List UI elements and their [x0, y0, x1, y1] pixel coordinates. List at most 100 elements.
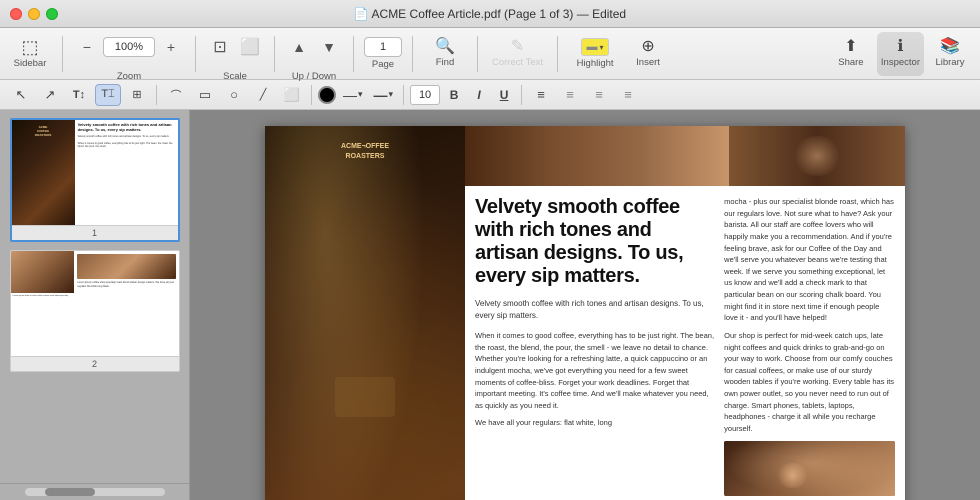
fit-page-button[interactable]: ⊡	[206, 25, 234, 69]
share-button[interactable]: ⬆ Share	[829, 32, 873, 76]
thumbnail-2-page-num: 2	[11, 356, 179, 371]
correct-text-icon: ✎	[511, 39, 524, 55]
italic-button[interactable]: I	[468, 84, 490, 106]
toolbar-separator	[274, 36, 275, 72]
thumbnail-page-1[interactable]: ACMECOFFEEROASTERS Velvety smooth coffee…	[10, 118, 180, 242]
updown-label: Up / Down	[292, 71, 336, 82]
traffic-lights	[10, 8, 58, 20]
toolbar-separator	[557, 36, 558, 72]
thumbnail-page-2[interactable]: Lorem ipsum dolor sit amet coffee artisa…	[10, 250, 180, 372]
line-style-preview: —	[343, 87, 356, 103]
page-down-button[interactable]: ▼	[315, 25, 343, 69]
line-style-arrow: ▾	[358, 89, 363, 100]
correct-text-label: Correct Text	[492, 57, 543, 68]
align-justify-button[interactable]: ≡	[615, 84, 641, 106]
toolbar2-separator4	[521, 85, 522, 105]
toolbar2-separator	[156, 85, 157, 105]
sidebar-scroll-thumb[interactable]	[45, 488, 95, 496]
sidebar-scrollbar-area	[0, 483, 189, 500]
library-label: Library	[935, 57, 964, 68]
scale-label: Scale	[223, 71, 247, 82]
page-up-button[interactable]: ▲	[285, 25, 313, 69]
toolbar-separator	[195, 36, 196, 72]
find-button[interactable]: 🔍 Find	[423, 32, 467, 76]
find-icon: 🔍	[435, 39, 455, 55]
align-left-button[interactable]: ≡	[528, 84, 554, 106]
page-group: Page	[364, 37, 402, 70]
align-right-button[interactable]: ≡	[586, 84, 612, 106]
toolbar1: ⬚ Sidebar − + Zoom ⊡ ⬜ Scale ▲ ▼ Up / Do…	[0, 28, 980, 80]
side-text-1: mocha - plus our specialist blonde roast…	[724, 196, 895, 324]
fit-width-button[interactable]: ⬜	[236, 25, 264, 69]
article-side-column: mocha - plus our specialist blonde roast…	[724, 196, 895, 500]
highlight-label: Highlight	[577, 58, 614, 69]
line-style-button[interactable]: — ▾	[339, 85, 367, 105]
page-input[interactable]	[364, 37, 402, 57]
titlebar: 📄 ACME Coffee Article.pdf (Page 1 of 3) …	[0, 0, 980, 28]
page-right-column: Velvety smooth coffee with rich tones an…	[465, 126, 905, 500]
link-button[interactable]: ⊞	[124, 84, 150, 106]
library-button[interactable]: 📚 Library	[928, 32, 972, 76]
side-image	[724, 441, 895, 496]
shapes-filled-rect-button[interactable]: ⬜	[279, 84, 305, 106]
sidebar-toggle-button[interactable]: ⬚ Sidebar	[8, 32, 52, 76]
highlight-button[interactable]: ▬ ▾ Highlight	[568, 32, 622, 76]
thumbnail-1-page-num: 1	[12, 225, 178, 240]
zoom-in-button[interactable]: +	[157, 25, 185, 69]
page-label: Page	[372, 59, 394, 70]
sidebar-icon: ⬚	[21, 38, 38, 56]
toolbar-separator	[477, 36, 478, 72]
highlight-swatch: ▬ ▾	[581, 38, 609, 56]
coffee-shop-image	[265, 126, 465, 500]
align-center-button[interactable]: ≡	[557, 84, 583, 106]
inspector-button[interactable]: ℹ Inspector	[877, 32, 924, 76]
window-title: 📄 ACME Coffee Article.pdf (Page 1 of 3) …	[354, 7, 626, 21]
line-width-preview: —	[374, 87, 387, 103]
sidebar-scroll-track	[25, 488, 165, 496]
find-label: Find	[436, 57, 454, 68]
article-main-column: Velvety smooth coffee with rich tones an…	[475, 196, 714, 500]
shapes-circle-button[interactable]: ○	[221, 84, 247, 106]
bold-button[interactable]: B	[443, 84, 465, 106]
line-width-button[interactable]: — ▾	[370, 85, 398, 105]
line-width-arrow: ▾	[389, 89, 394, 100]
shapes-line-button[interactable]: ╱	[250, 84, 276, 106]
insert-button[interactable]: ⊕ Insert	[626, 32, 670, 76]
article-body-paragraph1: When it comes to good coffee, everything…	[475, 330, 714, 429]
toolbar-right: ⬆ Share ℹ Inspector 📚 Library	[829, 32, 972, 76]
thumbnail-list: ACMECOFFEEROASTERS Velvety smooth coffee…	[0, 110, 189, 483]
zoom-input[interactable]	[103, 37, 155, 57]
select-tool-button[interactable]: ↗	[37, 84, 63, 106]
sidebar-panel: ACMECOFFEEROASTERS Velvety smooth coffee…	[0, 110, 190, 500]
cursor-tool-button[interactable]: ↖	[8, 84, 34, 106]
zoom-out-button[interactable]: −	[73, 25, 101, 69]
thumbnail-1-content: ACMECOFFEEROASTERS Velvety smooth coffee…	[12, 120, 178, 225]
share-icon: ⬆	[844, 39, 857, 55]
inspector-icon: ℹ	[897, 39, 903, 55]
close-button[interactable]	[10, 8, 22, 20]
zoom-label: Zoom	[117, 71, 141, 82]
page-top-image	[465, 126, 905, 186]
updown-group: ▲ ▼ Up / Down	[285, 25, 343, 82]
shapes-rect-button[interactable]: ▭	[192, 84, 218, 106]
document-page: Velvety smooth coffee with rich tones an…	[265, 126, 905, 500]
font-size-input[interactable]	[410, 85, 440, 105]
text-select-button[interactable]: T↕	[66, 84, 92, 106]
scale-group: ⊡ ⬜ Scale	[206, 25, 264, 82]
thumbnail-2-content: Lorem ipsum dolor sit amet coffee artisa…	[11, 251, 179, 356]
correct-text-button[interactable]: ✎ Correct Text	[488, 32, 547, 76]
zoom-row: − +	[73, 25, 185, 69]
underline-button[interactable]: U	[493, 84, 515, 106]
signature-button[interactable]: ⌒	[163, 84, 189, 106]
sidebar-label: Sidebar	[14, 58, 47, 69]
toolbar-separator	[353, 36, 354, 72]
page-text-columns: Velvety smooth coffee with rich tones an…	[465, 186, 905, 500]
minimize-button[interactable]	[28, 8, 40, 20]
text-annotate-button[interactable]: T⌶	[95, 84, 121, 106]
inspector-label: Inspector	[881, 57, 920, 68]
maximize-button[interactable]	[46, 8, 58, 20]
toolbar2-separator2	[311, 85, 312, 105]
insert-icon: ⊕	[641, 39, 654, 55]
color-picker[interactable]	[318, 86, 336, 104]
updown-row: ▲ ▼	[285, 25, 343, 69]
